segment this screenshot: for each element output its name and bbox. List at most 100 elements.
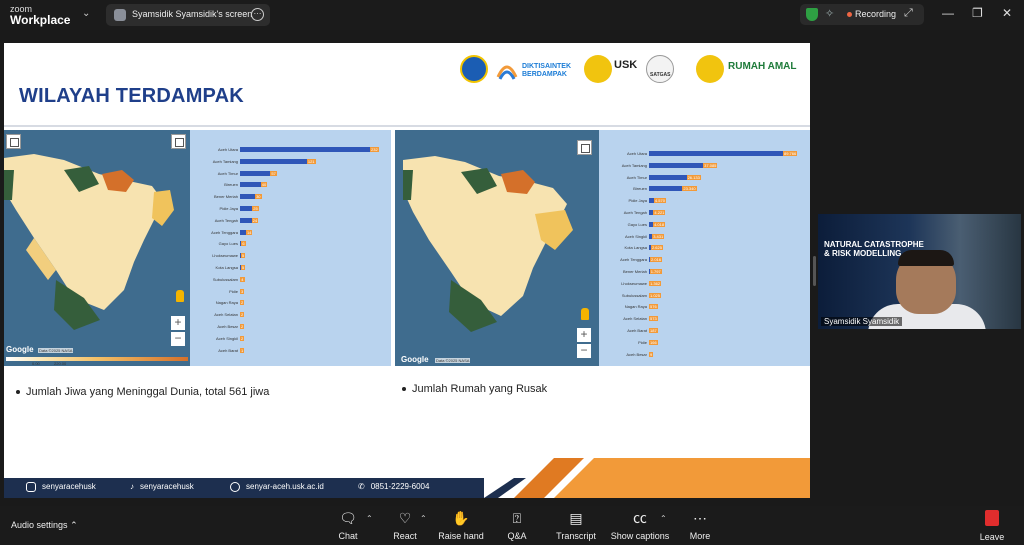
zoom-logo[interactable]: zoom Workplace <box>10 4 70 26</box>
bar-value-label: 2 <box>240 312 245 318</box>
recording-label[interactable]: Recording <box>855 9 896 19</box>
panel-resize-handle[interactable] <box>813 256 816 286</box>
bar-value-label: 89.766 <box>783 151 798 156</box>
qa-button[interactable]: ⍰ Q&A <box>487 510 547 541</box>
right-pegman-icon[interactable] <box>581 308 589 320</box>
bar-category-label: Subulussalam <box>621 292 647 298</box>
bar-value-label: 24 <box>251 217 259 223</box>
headline-line-2: & RISK MODELLING <box>824 249 902 258</box>
bar-value-label: 3 <box>240 288 245 294</box>
bar-row: Kota Langsa 5 <box>204 264 384 271</box>
react-options-chevron-icon[interactable]: ⌃ <box>420 514 427 523</box>
bar-row: Aceh Singkil 3.431 <box>613 233 805 240</box>
tiktok-handle: senyaracehusk <box>140 482 194 491</box>
show-captions-label: Show captions <box>610 531 670 541</box>
bar-mark <box>240 147 372 152</box>
usk-emblem <box>584 55 612 83</box>
bar-category-label: Aceh Selatan <box>214 312 238 318</box>
right-bullet-text: Jumlah Rumah yang Rusak <box>412 383 548 395</box>
bar-row: Aceh Tengah 4.221 <box>613 209 805 216</box>
close-icon[interactable]: ✕ <box>1002 6 1012 20</box>
right-map-fullscreen-icon[interactable] <box>577 140 592 155</box>
captions-options-chevron-icon[interactable]: ⌃ <box>660 514 667 523</box>
bar-row: Subulussalam 1.025 <box>613 292 805 299</box>
left-zoom-out-button[interactable]: − <box>171 332 185 346</box>
bar-value-label: 4.570 <box>653 198 666 204</box>
bullet-dot <box>16 390 20 395</box>
bar-row: Gayo Lues 6 <box>204 240 384 247</box>
bar-category-label: Pidie Jaya <box>219 206 238 211</box>
meeting-toolbar: Audio settings ⌃ 🗨 Chat ⌃ ♡ React ⌃ ✋ Raise… <box>0 506 1024 545</box>
right-zoom-out-button[interactable]: − <box>577 344 591 358</box>
bar-category-label: Aceh Selatan <box>623 316 647 322</box>
bar-row: Aceh Barat 1 <box>204 347 384 354</box>
left-map-tool-icon[interactable] <box>6 134 21 149</box>
right-map[interactable]: + − Google Data ©2025 NASA <box>395 130 599 366</box>
bar-category-label: Aceh Barat <box>627 328 647 333</box>
right-zoom-in-button[interactable]: + <box>577 328 591 342</box>
left-bar-chart: Aceh Utara 232 Aceh Tamiang 121 Aceh Timur 57… <box>204 146 384 360</box>
bar-category-label: Bireuen <box>633 186 647 192</box>
audio-settings-button[interactable]: Audio settings ⌃ <box>11 520 78 531</box>
satgas-logo-text: SATGAS <box>650 72 671 78</box>
bar-category-label: Pidie <box>229 288 238 294</box>
bar-category-label: Nagan Raya <box>215 300 238 306</box>
left-map-fullscreen-icon[interactable] <box>171 134 186 149</box>
rumah-amal-logo-text: RUMAH AMAL <box>728 61 797 72</box>
raise-hand-label: Raise hand <box>438 531 484 541</box>
bar-value-label: 2 <box>240 324 245 329</box>
bar-mark <box>240 170 273 176</box>
more-options-icon[interactable]: ⋯ <box>251 8 264 21</box>
more-button[interactable]: ⋯ More <box>670 510 730 541</box>
globe-icon <box>230 482 240 492</box>
participant-video-tile[interactable]: NATURAL CATASTROPHE & RISK MODELLING Syam… <box>818 214 1021 329</box>
bar-value-label: 121 <box>306 158 316 164</box>
bullet-dot <box>402 387 406 392</box>
shield-icon[interactable] <box>806 8 818 21</box>
bar-category-label: Aceh Utara <box>217 147 238 152</box>
transcript-button[interactable]: ▤ Transcript <box>546 510 606 541</box>
left-zoom-in-button[interactable]: + <box>171 316 185 330</box>
restore-icon[interactable]: ❐ <box>972 6 983 20</box>
left-legend-min: 0.00 <box>32 361 40 366</box>
bar-row: Aceh Tenggara 14 <box>204 229 384 236</box>
bar-value-label: 2 <box>240 335 245 341</box>
leave-button[interactable]: Leave <box>972 510 1012 542</box>
bar-value-label: 573 <box>649 316 658 322</box>
audio-settings-label: Audio settings <box>11 520 68 530</box>
bar-category-label: Gayo Lues <box>218 241 238 247</box>
right-bullet: Jumlah Rumah yang Rusak <box>402 383 547 395</box>
left-legend-max: 220.00 <box>54 361 67 366</box>
raise-hand-button[interactable]: ✋ Raise hand <box>431 510 491 541</box>
bar-category-label: Aceh Tenggara <box>211 229 238 235</box>
bar-row: Pidie 3 <box>204 288 384 295</box>
bar-value-label: 1 <box>240 347 245 353</box>
bar-value-label: 30 <box>255 194 262 200</box>
bar-category-label: Aceh Timur <box>626 174 647 180</box>
chat-options-chevron-icon[interactable]: ⌃ <box>366 514 373 523</box>
bar-row: Aceh Tenggara 2.016 <box>613 256 805 263</box>
bar-row: Kota Langsa 2.625 <box>613 244 805 251</box>
shared-screen-title: Syamsidik Syamsidik's screen <box>132 9 253 19</box>
phone-icon: ✆ <box>358 482 365 491</box>
left-pegman-icon[interactable] <box>176 290 184 302</box>
bar-category-label: Aceh Besar <box>217 324 238 329</box>
bar-row: Aceh Besar 9 <box>613 351 805 358</box>
chevron-down-icon[interactable]: ⌄ <box>82 8 90 19</box>
minimize-icon[interactable]: — <box>942 6 954 20</box>
bar-value-label: 4 <box>240 276 245 282</box>
bar-mark <box>649 151 785 156</box>
ai-companion-icon[interactable]: ✧ <box>825 7 834 20</box>
bar-row: Aceh Timur 26.133 <box>613 174 805 181</box>
bar-row: Aceh Singkil 2 <box>204 335 384 342</box>
bar-category-label: Aceh Timur <box>217 170 238 176</box>
bar-row: Aceh Selatan 2 <box>204 311 384 318</box>
bar-value-label: 14 <box>245 229 253 235</box>
left-map[interactable]: + − Google Data ©2025 NASA 0.00 220.00 <box>4 130 190 366</box>
transcript-icon: ▤ <box>569 510 583 526</box>
bar-category-label: Subulussalam <box>212 276 238 282</box>
shared-screen-tab[interactable]: Syamsidik Syamsidik's screen ⋯ <box>106 4 270 26</box>
expand-icon[interactable]: ⤢ <box>904 7 913 20</box>
bar-row: Aceh Tamiang 121 <box>204 158 384 165</box>
footer-instagram: senyaracehusk <box>26 482 96 492</box>
